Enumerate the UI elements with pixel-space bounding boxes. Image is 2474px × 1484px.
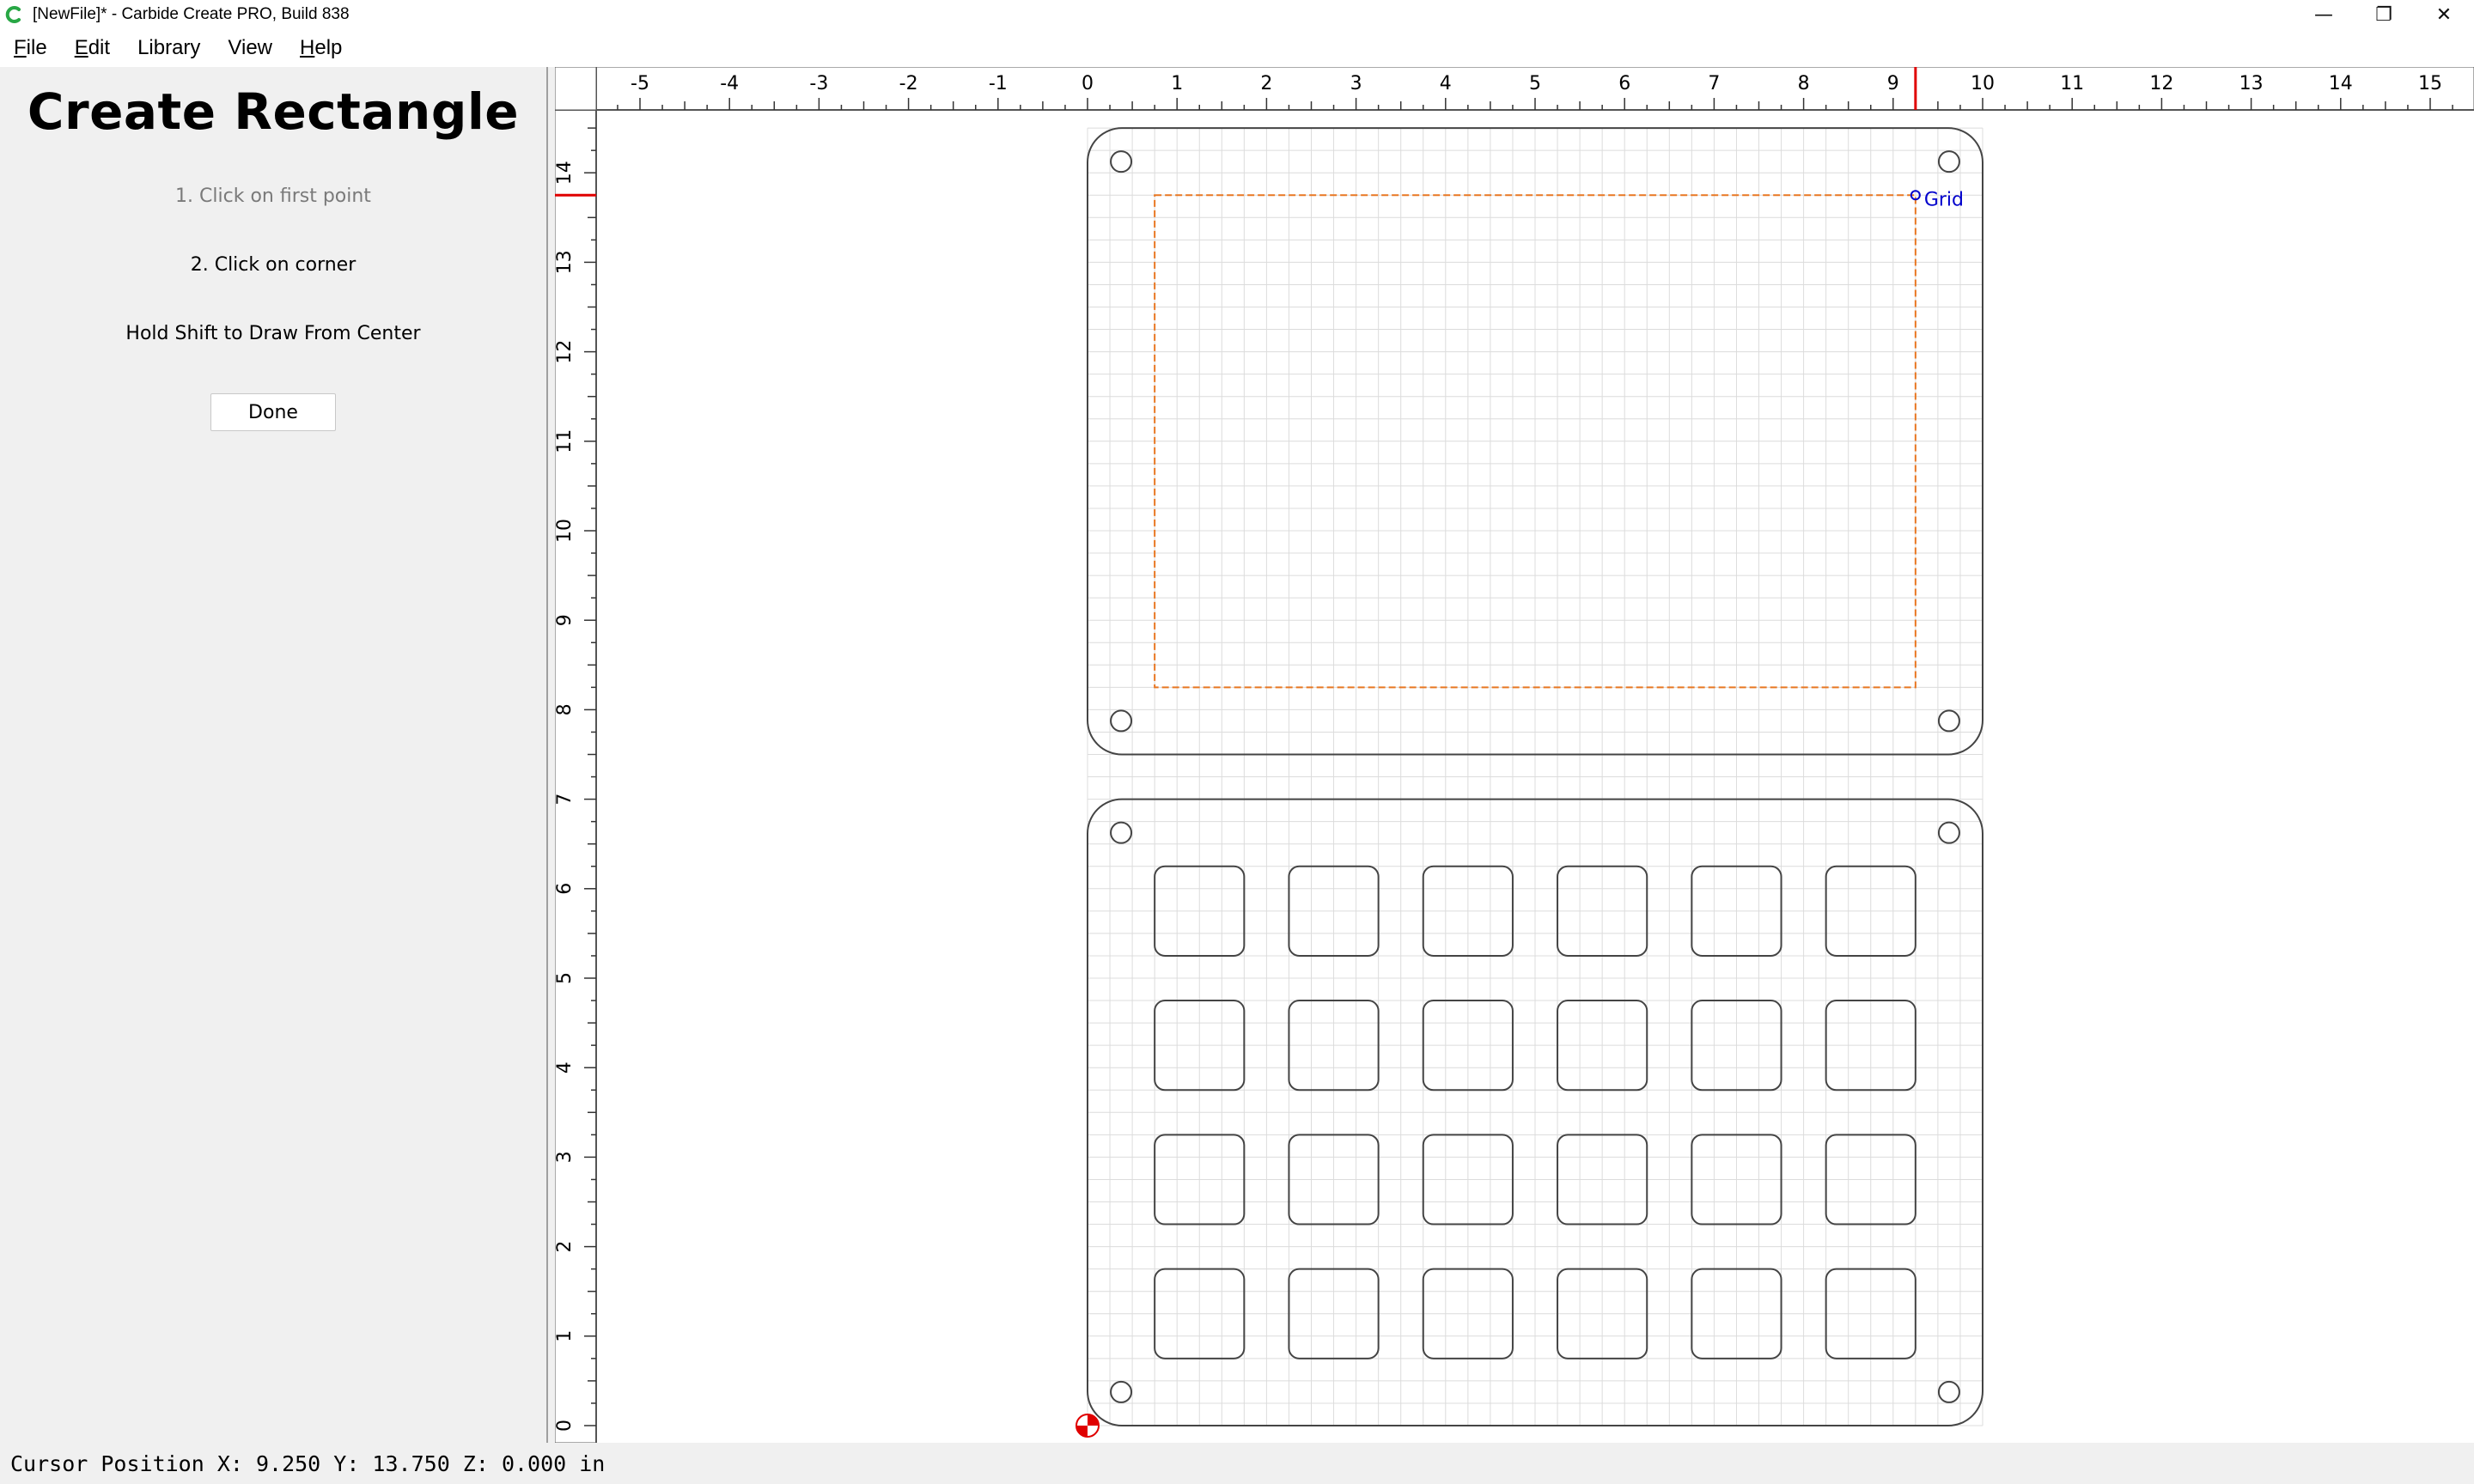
menu-file-label: ile — [26, 36, 47, 59]
ruler-label-y: 2 — [555, 1241, 576, 1253]
menu-bar: File Edit Library View Help — [0, 29, 2474, 67]
ruler-label-y: 11 — [555, 429, 576, 453]
ruler-label-x: 11 — [2060, 73, 2084, 94]
ruler-label-x: 13 — [2239, 73, 2264, 94]
minimize-button[interactable]: — — [2294, 0, 2354, 29]
menu-edit-label: dit — [88, 36, 111, 59]
step-first-point: 1. Click on first point — [175, 186, 371, 207]
ruler-label-x: -3 — [809, 73, 828, 94]
ruler-label-y: 1 — [555, 1330, 576, 1342]
cursor-position-readout: Cursor Position X: 9.250 Y: 13.750 Z: 0.… — [10, 1451, 606, 1476]
menu-view[interactable]: View — [214, 36, 286, 60]
ruler-label-x: -2 — [899, 73, 918, 94]
ruler-label-x: 10 — [1971, 73, 1995, 94]
mounting-hole — [1110, 1380, 1133, 1403]
ruler-label-x: 1 — [1171, 73, 1183, 94]
ruler-label-x: 5 — [1529, 73, 1541, 94]
menu-file[interactable]: File — [0, 36, 61, 60]
window-title: [NewFile]* - Carbide Create PRO, Build 8… — [33, 5, 350, 23]
mounting-hole — [1110, 150, 1133, 173]
menu-library-label: Library — [137, 36, 201, 59]
title-bar: [NewFile]* - Carbide Create PRO, Build 8… — [0, 0, 2474, 29]
origin-quadrant — [1076, 1426, 1088, 1437]
mounting-hole — [1937, 709, 1960, 733]
menu-file-mnemonic: F — [14, 36, 27, 59]
menu-view-label: View — [228, 36, 273, 59]
menu-edit-mnemonic: E — [74, 36, 88, 59]
ruler-label-y: 13 — [555, 250, 576, 274]
ruler-label-y: 6 — [555, 883, 576, 895]
ruler-label-y: 3 — [555, 1151, 576, 1163]
ruler-label-y: 14 — [555, 161, 576, 185]
step-corner: 2. Click on corner — [190, 254, 356, 276]
mounting-hole — [1110, 821, 1133, 844]
ruler-label-x: 3 — [1350, 73, 1362, 94]
ruler-label-x: 8 — [1798, 73, 1810, 94]
ruler-label-y: 5 — [555, 972, 576, 984]
ruler-label-x: -5 — [631, 73, 649, 94]
snap-label: Grid — [1924, 189, 1964, 210]
ruler-label-y: 9 — [555, 614, 576, 626]
menu-library[interactable]: Library — [124, 36, 214, 60]
carbide-c-icon — [5, 6, 21, 23]
done-button[interactable]: Done — [210, 393, 336, 431]
ruler-label-x: -1 — [989, 73, 1008, 94]
ruler-label-x: 4 — [1440, 73, 1452, 94]
ruler-label-x: 2 — [1260, 73, 1272, 94]
status-bar: Cursor Position X: 9.250 Y: 13.750 Z: 0.… — [0, 1443, 2474, 1484]
ruler-label-x: -4 — [720, 73, 739, 94]
ruler-corner — [555, 67, 597, 111]
mounting-hole — [1110, 709, 1133, 733]
ruler-label-y: 10 — [555, 519, 576, 543]
ruler-label-y: 12 — [555, 340, 576, 364]
menu-help-label: elp — [314, 36, 343, 59]
panel-title: Create Rectangle — [27, 82, 520, 141]
mounting-hole — [1937, 150, 1960, 173]
mounting-hole — [1937, 1380, 1960, 1403]
ruler-label-y: 4 — [555, 1061, 576, 1073]
ruler-label-x: 12 — [2149, 73, 2173, 94]
ruler-label-y: 7 — [555, 794, 576, 806]
shift-hint: Hold Shift to Draw From Center — [125, 323, 421, 344]
design-canvas[interactable]: Grid -5 -4 -3 -2 -1 0 1 2 3 4 5 6 7 8 9 10 11 12 13 14 15 0 1 2 3… — [555, 67, 2474, 1443]
ruler-label-y: 8 — [555, 703, 576, 715]
ruler-label-x: 9 — [1887, 73, 1899, 94]
ruler-label-x: 7 — [1708, 73, 1720, 94]
mounting-hole — [1937, 821, 1960, 844]
close-button[interactable]: ✕ — [2414, 0, 2474, 29]
menu-help[interactable]: Help — [286, 36, 356, 60]
menu-edit[interactable]: Edit — [61, 36, 124, 60]
horizontal-ruler — [555, 67, 2474, 111]
window-controls: — ❐ ✕ — [2294, 0, 2474, 29]
ruler-label-x: 15 — [2418, 73, 2442, 94]
restore-button[interactable]: ❐ — [2354, 0, 2414, 29]
ruler-label-x: 6 — [1618, 73, 1630, 94]
tool-panel: Create Rectangle 1. Click on first point… — [0, 67, 548, 1443]
canvas-drawing[interactable]: Grid-5 -4 -3 -2 -1 0 1 2 3 4 5 6 7 8 9 10 11 12 13 14 150123… — [555, 67, 2474, 1443]
ruler-label-y: 0 — [555, 1420, 576, 1432]
menu-help-mnemonic: H — [300, 36, 315, 59]
ruler-label-x: 0 — [1082, 73, 1094, 94]
ruler-label-x: 14 — [2329, 73, 2353, 94]
